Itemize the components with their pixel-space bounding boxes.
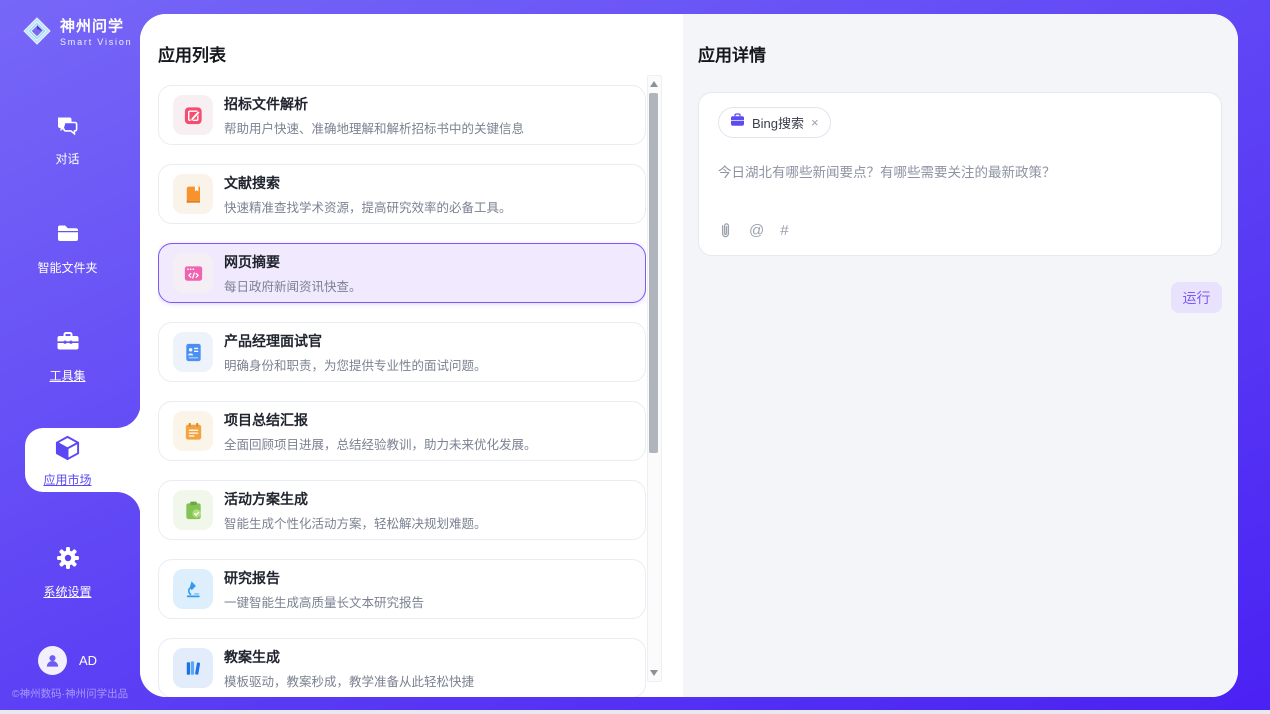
- app-card-literature-search[interactable]: 文献搜索 快速精准查找学术资源，提高研究效率的必备工具。: [158, 164, 646, 224]
- sidebar-item-label: 智能文件夹: [37, 259, 97, 276]
- sidebar-item-smart-folder[interactable]: 智能文件夹: [0, 221, 135, 276]
- app-card-project-summary[interactable]: 项目总结汇报 全面回顾项目进展，总结经验教训，助力未来优化发展。: [158, 401, 646, 461]
- scroll-up-button[interactable]: [650, 81, 658, 87]
- app-card-research-report[interactable]: 研究报告 一键智能生成高质量长文本研究报告: [158, 559, 646, 619]
- app-card-desc: 帮助用户快速、准确地理解和解析招标书中的关键信息: [224, 118, 524, 137]
- tool-chip-label: Bing搜索: [752, 113, 804, 132]
- sidebar-item-label: 对话: [55, 150, 79, 167]
- user-name: AD: [79, 653, 97, 668]
- chip-close-icon[interactable]: ×: [811, 116, 819, 129]
- web-code-icon: [173, 253, 213, 293]
- app-detail-panel: 应用详情 Bing搜索 × 今日湖北有哪些新闻要点？有哪些需要关注的最新政策？: [683, 14, 1238, 697]
- clipboard-check-icon: [173, 490, 213, 530]
- app-card-title: 产品经理面试官: [224, 331, 487, 351]
- app-card-pm-interviewer[interactable]: 产品经理面试官 明确身份和职责，为您提供专业性的面试问题。: [158, 322, 646, 382]
- scroll-down-button[interactable]: [650, 670, 658, 676]
- run-button[interactable]: 运行: [1171, 282, 1222, 313]
- books-icon: [173, 648, 213, 688]
- briefcase-icon: [730, 113, 745, 132]
- app-logo: 神州问学 Smart Vision: [22, 16, 132, 51]
- app-card-desc: 智能生成个性化活动方案，轻松解决规划难题。: [224, 513, 487, 532]
- attachment-toolbar: @ #: [718, 222, 1202, 239]
- sidebar-item-label: 系统设置: [43, 583, 91, 600]
- app-list-title: 应用列表: [158, 41, 226, 66]
- app-card-desc: 明确身份和职责，为您提供专业性的面试问题。: [224, 355, 487, 374]
- window-bottom-edge: [0, 710, 1270, 714]
- app-detail-title: 应用详情: [698, 41, 1222, 66]
- app-card-title: 教案生成: [224, 647, 474, 667]
- logo-subtitle: Smart Vision: [60, 38, 132, 48]
- mention-icon[interactable]: @: [749, 222, 764, 239]
- app-card-title: 招标文件解析: [224, 94, 524, 114]
- logo-title: 神州问学: [60, 19, 132, 36]
- run-row: 运行: [698, 282, 1222, 313]
- paperclip-icon[interactable]: [718, 222, 733, 239]
- app-card-title: 文献搜索: [224, 173, 512, 193]
- app-card-bid-parse[interactable]: 招标文件解析 帮助用户快速、准确地理解和解析招标书中的关键信息: [158, 85, 646, 145]
- logo-diamond-icon: [22, 16, 52, 51]
- app-card-web-summary[interactable]: 网页摘要 每日政府新闻资讯快查。: [158, 243, 646, 303]
- user-account[interactable]: AD: [0, 646, 135, 675]
- edit-document-icon: [173, 95, 213, 135]
- sidebar-item-label: 应用市场: [43, 471, 91, 488]
- app-card-event-plan[interactable]: 活动方案生成 智能生成个性化活动方案，轻松解决规划难题。: [158, 480, 646, 540]
- book-icon: [173, 174, 213, 214]
- tool-chip-bing-search[interactable]: Bing搜索 ×: [718, 107, 831, 138]
- sidebar-item-app-market[interactable]: 应用市场: [0, 430, 135, 492]
- app-card-title: 研究报告: [224, 568, 424, 588]
- gear-icon: [55, 545, 81, 576]
- main-panel: 应用列表 招标文件解析 帮助用户快速、准确地理解和解析招标书中的关键信息: [140, 14, 1238, 697]
- chat-icon: [55, 113, 80, 143]
- report-note-icon: [173, 411, 213, 451]
- app-card-title: 网页摘要: [224, 252, 362, 272]
- hash-icon[interactable]: #: [780, 222, 788, 239]
- toolbox-icon: [55, 329, 81, 360]
- app-card-desc: 全面回顾项目进展，总结经验教训，助力未来优化发展。: [224, 434, 537, 453]
- app-card-list: 招标文件解析 帮助用户快速、准确地理解和解析招标书中的关键信息 文献搜索 快速精…: [158, 85, 646, 697]
- cube-icon: [54, 434, 81, 466]
- prompt-card: Bing搜索 × 今日湖北有哪些新闻要点？有哪些需要关注的最新政策？ @ #: [698, 92, 1222, 256]
- app-card-desc: 模板驱动，教案秒成，教学准备从此轻松快捷: [224, 671, 474, 690]
- app-card-desc: 每日政府新闻资讯快查。: [224, 276, 362, 295]
- app-card-title: 活动方案生成: [224, 489, 487, 509]
- sidebar-item-chat[interactable]: 对话: [0, 113, 135, 167]
- sidebar-item-settings[interactable]: 系统设置: [0, 545, 135, 600]
- microscope-icon: [173, 569, 213, 609]
- resume-icon: [173, 332, 213, 372]
- sidebar-footer: ©神州数码·神州问学出品: [0, 686, 140, 701]
- app-card-desc: 一键智能生成高质量长文本研究报告: [224, 592, 424, 611]
- person-icon: [44, 652, 61, 669]
- scrollbar-thumb[interactable]: [649, 93, 658, 453]
- app-list-scrollbar[interactable]: [647, 75, 662, 682]
- avatar: [38, 646, 67, 675]
- sidebar-item-toolset[interactable]: 工具集: [0, 329, 135, 384]
- prompt-input[interactable]: 今日湖北有哪些新闻要点？有哪些需要关注的最新政策？: [718, 163, 1202, 222]
- app-card-lesson-plan[interactable]: 教案生成 模板驱动，教案秒成，教学准备从此轻松快捷: [158, 638, 646, 697]
- app-card-desc: 快速精准查找学术资源，提高研究效率的必备工具。: [224, 197, 512, 216]
- folder-icon: [55, 221, 81, 252]
- sidebar: 神州问学 Smart Vision 对话 智能文件夹: [0, 0, 140, 714]
- app-card-title: 项目总结汇报: [224, 410, 537, 430]
- sidebar-item-label: 工具集: [49, 367, 85, 384]
- app-list-panel: 应用列表 招标文件解析 帮助用户快速、准确地理解和解析招标书中的关键信息: [140, 14, 683, 697]
